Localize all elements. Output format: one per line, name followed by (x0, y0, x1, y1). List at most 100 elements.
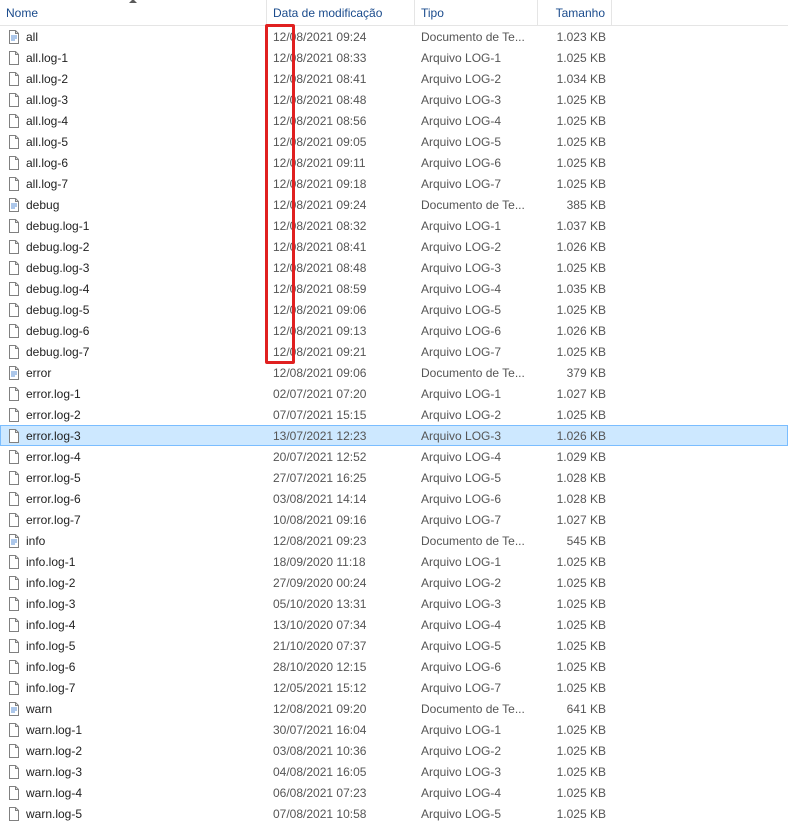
generic-file-icon (6, 218, 22, 234)
file-row[interactable]: warn.log-203/08/2021 10:36Arquivo LOG-21… (0, 740, 788, 761)
file-row[interactable]: info12/08/2021 09:23Documento de Te...54… (0, 530, 788, 551)
file-size-cell: 1.025 KB (538, 681, 612, 695)
generic-file-icon (6, 680, 22, 696)
file-size-cell: 1.025 KB (538, 576, 612, 590)
column-header-size-label: Tamanho (556, 6, 605, 20)
generic-file-icon (6, 659, 22, 675)
file-row[interactable]: warn.log-406/08/2021 07:23Arquivo LOG-41… (0, 782, 788, 803)
file-type-cell: Arquivo LOG-6 (415, 156, 538, 170)
file-date-cell: 12/08/2021 09:18 (267, 177, 415, 191)
column-header-type[interactable]: Tipo (415, 0, 538, 25)
file-name-label: warn.log-1 (26, 723, 82, 737)
file-row[interactable]: all.log-712/08/2021 09:18Arquivo LOG-71.… (0, 173, 788, 194)
file-list: all12/08/2021 09:24Documento de Te...1.0… (0, 26, 788, 824)
file-row[interactable]: debug.log-412/08/2021 08:59Arquivo LOG-4… (0, 278, 788, 299)
file-name-cell: debug.log-4 (0, 281, 267, 297)
file-date-cell: 07/07/2021 15:15 (267, 408, 415, 422)
file-row[interactable]: error.log-710/08/2021 09:16Arquivo LOG-7… (0, 509, 788, 530)
file-row[interactable]: error.log-207/07/2021 15:15Arquivo LOG-2… (0, 404, 788, 425)
file-type-cell: Arquivo LOG-7 (415, 345, 538, 359)
generic-file-icon (6, 491, 22, 507)
file-name-label: info.log-5 (26, 639, 75, 653)
file-row[interactable]: warn.log-507/08/2021 10:58Arquivo LOG-51… (0, 803, 788, 824)
file-type-cell: Documento de Te... (415, 30, 538, 44)
file-name-label: info.log-2 (26, 576, 75, 590)
file-size-cell: 1.027 KB (538, 513, 612, 527)
file-row[interactable]: debug.log-612/08/2021 09:13Arquivo LOG-6… (0, 320, 788, 341)
text-file-icon (6, 365, 22, 381)
file-size-cell: 1.026 KB (538, 429, 612, 443)
file-row[interactable]: error.log-102/07/2021 07:20Arquivo LOG-1… (0, 383, 788, 404)
file-date-cell: 12/08/2021 09:20 (267, 702, 415, 716)
file-name-label: warn.log-4 (26, 786, 82, 800)
file-type-cell: Arquivo LOG-2 (415, 72, 538, 86)
file-size-cell: 385 KB (538, 198, 612, 212)
file-row[interactable]: error.log-603/08/2021 14:14Arquivo LOG-6… (0, 488, 788, 509)
file-type-cell: Arquivo LOG-7 (415, 513, 538, 527)
file-name-cell: error.log-5 (0, 470, 267, 486)
file-type-cell: Arquivo LOG-2 (415, 744, 538, 758)
file-name-cell: info.log-1 (0, 554, 267, 570)
file-row[interactable]: all.log-512/08/2021 09:05Arquivo LOG-51.… (0, 131, 788, 152)
file-name-label: all.log-1 (26, 51, 68, 65)
file-size-cell: 1.028 KB (538, 471, 612, 485)
file-name-label: info.log-3 (26, 597, 75, 611)
file-row[interactable]: all.log-112/08/2021 08:33Arquivo LOG-11.… (0, 47, 788, 68)
file-row[interactable]: error.log-527/07/2021 16:25Arquivo LOG-5… (0, 467, 788, 488)
file-name-label: error.log-5 (26, 471, 81, 485)
file-size-cell: 1.027 KB (538, 387, 612, 401)
file-size-cell: 1.025 KB (538, 345, 612, 359)
file-row[interactable]: warn12/08/2021 09:20Documento de Te...64… (0, 698, 788, 719)
file-name-cell: debug.log-2 (0, 239, 267, 255)
file-row[interactable]: info.log-628/10/2020 12:15Arquivo LOG-61… (0, 656, 788, 677)
file-row[interactable]: debug.log-712/08/2021 09:21Arquivo LOG-7… (0, 341, 788, 362)
file-name-label: debug.log-1 (26, 219, 89, 233)
file-name-label: error.log-4 (26, 450, 81, 464)
file-row[interactable]: info.log-227/09/2020 00:24Arquivo LOG-21… (0, 572, 788, 593)
file-name-label: error (26, 366, 51, 380)
file-size-cell: 1.025 KB (538, 51, 612, 65)
file-type-cell: Arquivo LOG-2 (415, 576, 538, 590)
file-date-cell: 02/07/2021 07:20 (267, 387, 415, 401)
file-type-cell: Arquivo LOG-5 (415, 471, 538, 485)
file-row[interactable]: error.log-420/07/2021 12:52Arquivo LOG-4… (0, 446, 788, 467)
column-header-name[interactable]: Nome (0, 0, 267, 25)
sort-ascending-icon (129, 0, 137, 3)
file-row[interactable]: warn.log-130/07/2021 16:04Arquivo LOG-11… (0, 719, 788, 740)
file-date-cell: 12/08/2021 09:06 (267, 366, 415, 380)
file-name-label: debug.log-6 (26, 324, 89, 338)
file-type-cell: Arquivo LOG-6 (415, 492, 538, 506)
generic-file-icon (6, 722, 22, 738)
file-name-cell: warn.log-1 (0, 722, 267, 738)
file-name-cell: error.log-6 (0, 491, 267, 507)
file-row[interactable]: all.log-312/08/2021 08:48Arquivo LOG-31.… (0, 89, 788, 110)
file-row[interactable]: warn.log-304/08/2021 16:05Arquivo LOG-31… (0, 761, 788, 782)
file-row[interactable]: debug.log-312/08/2021 08:48Arquivo LOG-3… (0, 257, 788, 278)
file-date-cell: 12/08/2021 09:23 (267, 534, 415, 548)
file-row[interactable]: info.log-305/10/2020 13:31Arquivo LOG-31… (0, 593, 788, 614)
file-row[interactable]: info.log-413/10/2020 07:34Arquivo LOG-41… (0, 614, 788, 635)
file-row[interactable]: debug12/08/2021 09:24Documento de Te...3… (0, 194, 788, 215)
column-header-size[interactable]: Tamanho (538, 0, 612, 25)
file-name-cell: info.log-7 (0, 680, 267, 696)
file-row[interactable]: all12/08/2021 09:24Documento de Te...1.0… (0, 26, 788, 47)
file-row[interactable]: info.log-118/09/2020 11:18Arquivo LOG-11… (0, 551, 788, 572)
file-row[interactable]: info.log-712/05/2021 15:12Arquivo LOG-71… (0, 677, 788, 698)
file-row[interactable]: info.log-521/10/2020 07:37Arquivo LOG-51… (0, 635, 788, 656)
file-row[interactable]: all.log-212/08/2021 08:41Arquivo LOG-21.… (0, 68, 788, 89)
file-size-cell: 1.025 KB (538, 786, 612, 800)
file-row[interactable]: debug.log-112/08/2021 08:32Arquivo LOG-1… (0, 215, 788, 236)
file-name-label: debug.log-7 (26, 345, 89, 359)
file-type-cell: Arquivo LOG-4 (415, 618, 538, 632)
file-size-cell: 1.037 KB (538, 219, 612, 233)
file-row[interactable]: all.log-412/08/2021 08:56Arquivo LOG-41.… (0, 110, 788, 131)
file-type-cell: Arquivo LOG-3 (415, 765, 538, 779)
file-size-cell: 1.025 KB (538, 177, 612, 191)
file-row[interactable]: error12/08/2021 09:06Documento de Te...3… (0, 362, 788, 383)
file-row[interactable]: error.log-313/07/2021 12:23Arquivo LOG-3… (0, 425, 788, 446)
file-row[interactable]: debug.log-512/08/2021 09:06Arquivo LOG-5… (0, 299, 788, 320)
file-name-label: debug.log-5 (26, 303, 89, 317)
file-row[interactable]: debug.log-212/08/2021 08:41Arquivo LOG-2… (0, 236, 788, 257)
column-header-date[interactable]: Data de modificação (267, 0, 415, 25)
file-row[interactable]: all.log-612/08/2021 09:11Arquivo LOG-61.… (0, 152, 788, 173)
